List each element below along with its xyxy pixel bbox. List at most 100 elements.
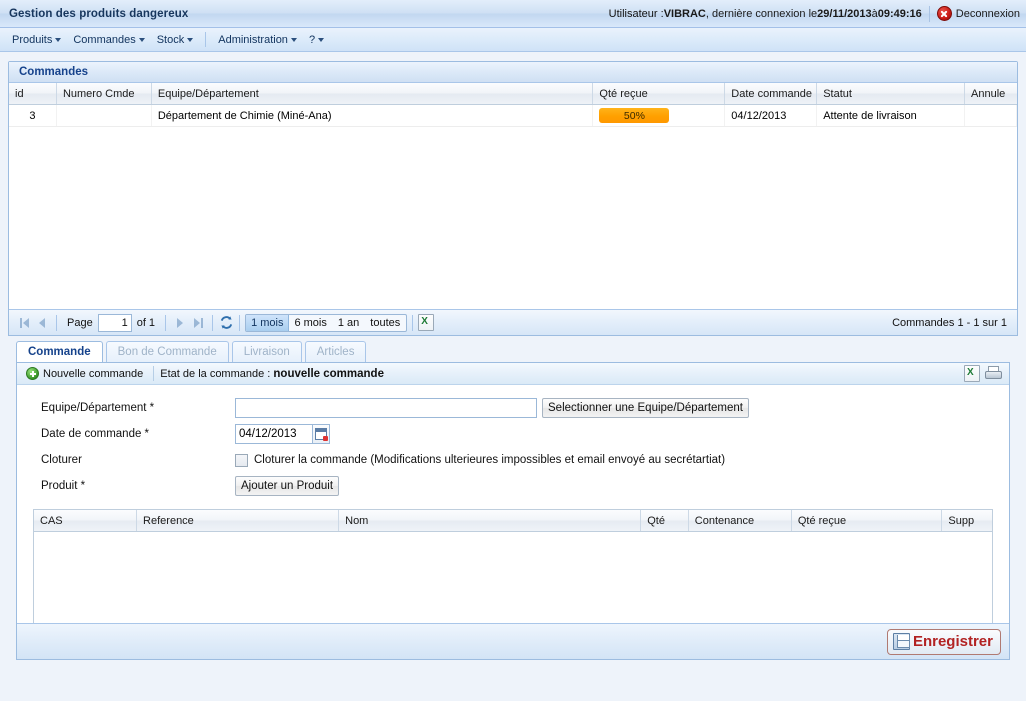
order-state: Etat de la commande : nouvelle commande	[160, 368, 384, 380]
orders-grid-body: 3 Département de Chimie (Miné-Ana) 50% 0…	[9, 105, 1017, 309]
tab-livraison[interactable]: Livraison	[231, 341, 302, 362]
chevron-down-icon	[55, 37, 62, 42]
menu-item-label: Produits	[12, 33, 53, 46]
page-number-input[interactable]	[97, 313, 132, 332]
main-content: Commandes id Numero Cmde Equipe/Départem…	[0, 53, 1026, 701]
chevron-down-icon	[138, 37, 145, 42]
column-header-date[interactable]: Date commande	[725, 83, 818, 104]
period-filter-6-mois[interactable]: 6 mois	[289, 315, 332, 331]
cell-equipe: Département de Chimie (Miné-Ana)	[152, 105, 594, 126]
column-header-qte-recue[interactable]: Qté reçue	[593, 83, 726, 104]
logout-label: Deconnexion	[955, 7, 1020, 20]
period-filter-toutes[interactable]: toutes	[365, 315, 406, 331]
paging-divider	[412, 314, 414, 331]
paging-divider	[56, 314, 57, 331]
last-connection-date: 29/11/2013	[817, 7, 872, 20]
products-grid-header: CAS Reference Nom Qté Contenance Qté reç…	[34, 510, 992, 532]
form-row-produit: Produit * Ajouter un Produit	[17, 473, 1009, 499]
order-state-label: Etat de la commande :	[160, 367, 274, 380]
cell-date: 04/12/2013	[725, 105, 818, 126]
column-header-statut[interactable]: Statut	[817, 83, 966, 104]
date-commande-label: Date de commande *	[41, 428, 150, 440]
column-header-reference[interactable]: Reference	[137, 510, 340, 531]
menu-item-help[interactable]: ?	[303, 32, 330, 48]
add-product-button[interactable]: Ajouter un Produit	[235, 476, 340, 496]
header-divider	[928, 5, 930, 22]
menu-item-administration[interactable]: Administration	[212, 32, 303, 48]
menu-item-produits[interactable]: Produits	[6, 32, 67, 48]
application-window: Gestion des produits dangereux Utilisate…	[0, 0, 1026, 701]
progress-bar: 50%	[599, 108, 670, 123]
period-filter-1-an[interactable]: 1 an	[333, 315, 365, 331]
first-page-icon[interactable]	[15, 314, 33, 332]
period-filter-1-mois[interactable]: 1 mois	[246, 314, 290, 331]
cloturer-checkbox-label: Cloturer la commande (Modifications ulte…	[254, 454, 726, 466]
orders-panel-title: Commandes	[9, 62, 1017, 83]
form-row-equipe: Equipe/Département * Selectionner une Eq…	[17, 395, 1009, 421]
period-filter-group: 1 mois 6 mois 1 an toutes	[245, 313, 408, 332]
equipe-input[interactable]	[235, 398, 537, 418]
chevron-down-icon	[318, 37, 325, 42]
order-form: Equipe/Département * Selectionner une Eq…	[17, 385, 1009, 499]
column-header-equipe[interactable]: Equipe/Département	[152, 83, 594, 104]
user-name: VIBRAC	[663, 7, 706, 20]
commande-toolbar: Nouvelle commande Etat de la commande : …	[17, 363, 1009, 385]
column-header-nom[interactable]: Nom	[339, 510, 642, 531]
tab-commande[interactable]: Commande	[16, 341, 103, 362]
cell-numero	[57, 105, 152, 126]
new-order-label: Nouvelle commande	[43, 367, 144, 380]
order-state-value: nouvelle commande	[273, 367, 384, 380]
column-header-contenance[interactable]: Contenance	[689, 510, 792, 531]
paging-divider	[239, 314, 241, 331]
new-order-button[interactable]: Nouvelle commande	[22, 367, 147, 380]
column-header-id[interactable]: id	[9, 83, 57, 104]
menu-item-label: Stock	[156, 33, 185, 46]
menu-item-commandes[interactable]: Commandes	[67, 32, 150, 48]
table-row[interactable]: 3 Département de Chimie (Miné-Ana) 50% 0…	[9, 105, 1017, 127]
calendar-icon[interactable]	[313, 424, 330, 444]
tab-articles[interactable]: Articles	[304, 341, 367, 362]
menu-item-label: Commandes	[73, 33, 136, 46]
refresh-icon[interactable]	[218, 315, 234, 331]
equipe-label: Equipe/Département *	[41, 402, 155, 414]
cell-qte-recue: 50%	[593, 105, 726, 126]
prev-page-icon[interactable]	[33, 314, 51, 332]
column-header-numero[interactable]: Numero Cmde	[57, 83, 152, 104]
column-header-qte[interactable]: Qté	[641, 510, 689, 531]
products-grid: CAS Reference Nom Qté Contenance Qté reç…	[33, 509, 993, 629]
next-page-icon[interactable]	[171, 314, 189, 332]
title-bar: Gestion des produits dangereux Utilisate…	[0, 0, 1026, 28]
cloturer-label: Cloturer	[41, 454, 82, 466]
orders-paging-toolbar: Page of 1	[9, 309, 1017, 335]
orders-grid-header: id Numero Cmde Equipe/Département Qté re…	[9, 83, 1017, 105]
user-info: Utilisateur : VIBRAC , dernière connexio…	[608, 5, 1026, 22]
menu-item-stock[interactable]: Stock	[151, 32, 200, 48]
select-equipe-button[interactable]: Selectionner une Equipe/Département	[542, 398, 749, 418]
date-commande-input[interactable]	[235, 424, 313, 444]
paging-divider	[165, 314, 167, 331]
menu-divider	[205, 32, 207, 47]
page-total-label: of 1	[136, 316, 156, 329]
cloturer-checkbox-group[interactable]: Cloturer la commande (Modifications ulte…	[235, 453, 726, 467]
excel-export-icon[interactable]	[964, 365, 980, 382]
cell-id: 3	[9, 105, 57, 126]
tab-bon-de-commande[interactable]: Bon de Commande	[105, 341, 229, 362]
logout-button[interactable]: Deconnexion	[936, 6, 1026, 21]
plus-circle-icon	[26, 367, 39, 380]
form-row-cloturer: Cloturer Cloturer la commande (Modificat…	[17, 447, 1009, 473]
printer-icon[interactable]	[985, 366, 1002, 381]
excel-export-icon[interactable]	[418, 314, 435, 331]
cell-annule	[965, 105, 1017, 126]
column-header-cas[interactable]: CAS	[34, 510, 138, 531]
floppy-disk-icon	[892, 633, 910, 650]
cloturer-checkbox[interactable]	[235, 453, 248, 467]
last-page-icon[interactable]	[189, 314, 207, 332]
form-footer: Enregistrer	[17, 623, 1009, 659]
toolbar-actions	[964, 365, 1004, 382]
column-header-supp[interactable]: Supp	[942, 510, 992, 531]
column-header-annule[interactable]: Annule	[965, 83, 1017, 104]
save-button[interactable]: Enregistrer	[886, 628, 1001, 655]
user-prefix-label: Utilisateur :	[608, 7, 664, 20]
column-header-qte-recue[interactable]: Qté reçue	[792, 510, 943, 531]
app-title: Gestion des produits dangereux	[9, 7, 189, 20]
